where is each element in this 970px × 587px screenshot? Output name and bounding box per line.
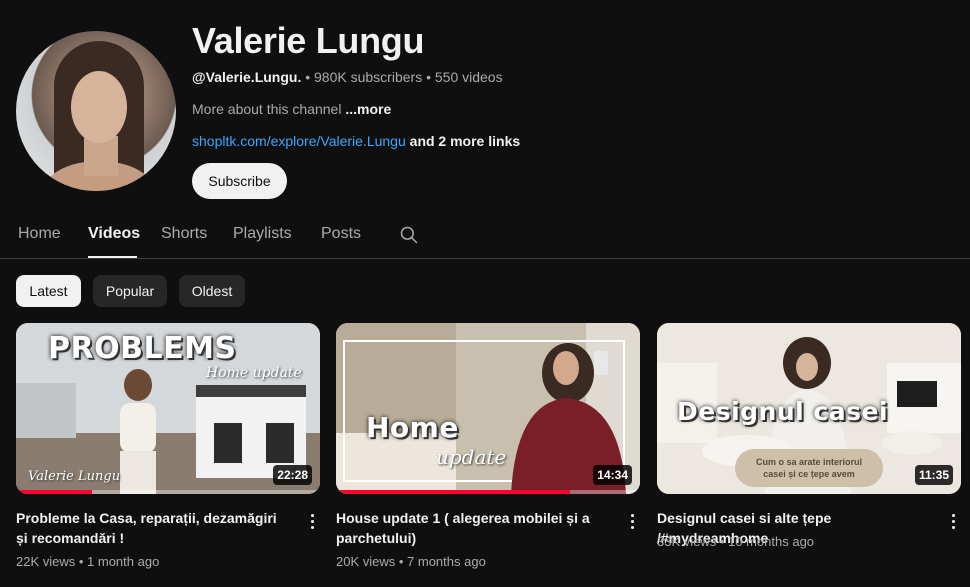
video-duration: 11:35 [914, 465, 953, 485]
tab-shorts[interactable]: Shorts [161, 225, 207, 243]
view-count: 20K views [336, 554, 396, 569]
watch-progress-track [336, 490, 640, 494]
video-duration: 14:34 [593, 465, 632, 485]
subscribe-button[interactable]: Subscribe [192, 163, 287, 199]
upload-age: 7 months ago [407, 554, 486, 569]
video-title[interactable]: House update 1 ( alegerea mobilei și a p… [336, 508, 612, 548]
watch-progress-track [16, 490, 320, 494]
video-thumbnail[interactable]: PROBLEMS Home update Valerie Lungu 22:28 [16, 323, 320, 494]
thumbnail-title-text: PROBLEMS [48, 331, 237, 366]
tab-videos[interactable]: Videos [88, 225, 140, 243]
thumbnail-caption: Cum o sa arate interiorul casei și ce țe… [735, 456, 883, 480]
chip-oldest[interactable]: Oldest [179, 275, 245, 307]
more-options-icon[interactable] [622, 511, 642, 531]
thumbnail-signature: Valerie Lungu [28, 469, 121, 484]
watch-progress-fill [336, 490, 571, 494]
video-stats: 20K views • 7 months ago [336, 554, 486, 569]
upload-age: 1 month ago [87, 554, 160, 569]
watch-progress-fill [16, 490, 92, 494]
view-count: 33K views [657, 534, 717, 549]
external-link[interactable]: shopltk.com/explore/Valerie.Lungu [192, 133, 406, 149]
channel-handle: @Valerie.Lungu. [192, 69, 302, 85]
channel-name: Valerie Lungu [192, 20, 425, 61]
channel-about[interactable]: More about this channel ...more [192, 101, 391, 117]
thumbnail-script-text: Home update [206, 365, 302, 381]
channel-tabs: Home Videos Shorts Playlists Posts [0, 214, 970, 259]
video-thumbnail[interactable]: Home update 14:34 [336, 323, 640, 494]
video-duration: 22:28 [273, 465, 312, 485]
search-icon[interactable] [399, 225, 419, 245]
channel-avatar[interactable] [16, 31, 176, 191]
channel-links: shopltk.com/explore/Valerie.Lungu and 2 … [192, 133, 520, 149]
avatar-face [71, 71, 127, 143]
about-text: More about this channel [192, 101, 342, 117]
thumbnail-script-text: update [436, 445, 507, 469]
tab-posts[interactable]: Posts [321, 225, 361, 243]
chip-latest[interactable]: Latest [16, 275, 81, 307]
video-thumbnail[interactable]: Designul casei Cum o sa arate interiorul… [657, 323, 961, 494]
more-options-icon[interactable] [302, 511, 322, 531]
tab-home[interactable]: Home [18, 225, 61, 243]
active-tab-indicator [88, 256, 137, 258]
thumbnail-caption-line: casei și ce țepe avem [763, 469, 855, 479]
more-options-icon[interactable] [943, 511, 963, 531]
about-more-link[interactable]: ...more [345, 101, 391, 117]
channel-meta: @Valerie.Lungu. • 980K subscribers • 550… [192, 69, 503, 85]
tab-playlists[interactable]: Playlists [233, 225, 292, 243]
thumbnail-caption-line: Cum o sa arate interiorul [755, 457, 863, 467]
channel-stats: • 980K subscribers • 550 videos [305, 69, 503, 85]
thumbnail-title-text: Home [366, 411, 459, 444]
video-title[interactable]: Probleme la Casa, reparații, dezamăgiri … [16, 508, 292, 548]
upload-age: 10 months ago [728, 534, 815, 549]
more-links-button[interactable]: and 2 more links [410, 133, 520, 149]
thumbnail-title-text: Designul casei [677, 397, 889, 426]
video-stats: 33K views • 10 months ago [657, 534, 815, 549]
view-count: 22K views [16, 554, 76, 569]
video-stats: 22K views • 1 month ago [16, 554, 160, 569]
chip-popular[interactable]: Popular [93, 275, 167, 307]
